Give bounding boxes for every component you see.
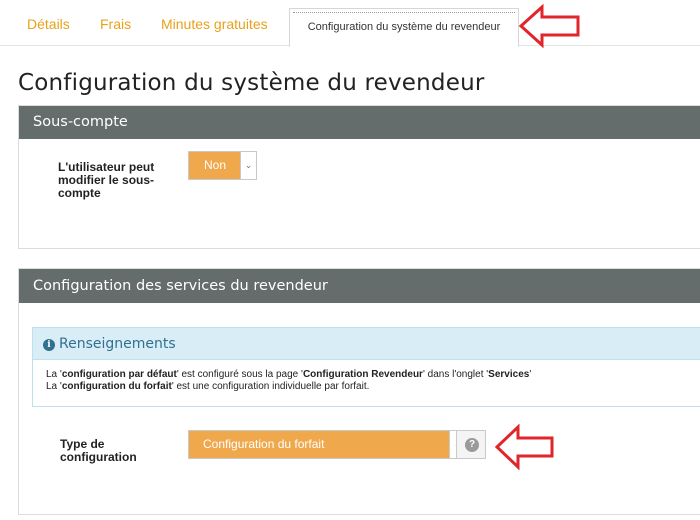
info-line-2: La 'configuration du forfait' est une co… <box>46 381 700 393</box>
tab-configuration-systeme[interactable]: Configuration du système du revendeur <box>289 8 519 47</box>
info-text: ' est configuré sous la page ' <box>176 369 303 380</box>
tab-details[interactable]: Détails <box>27 16 70 32</box>
annotation-arrow-icon <box>494 424 554 470</box>
field-label-type-configuration: Type de configuration <box>60 437 137 464</box>
panel-services-revendeur: Configuration des services du revendeur … <box>18 268 700 515</box>
panel-header: Configuration des services du revendeur <box>19 269 700 303</box>
field-label-modifier-sous-compte: L'utilisateur peut modifier le sous-comp… <box>58 160 155 200</box>
tab-frais[interactable]: Frais <box>100 16 131 32</box>
chevron-down-icon[interactable]: ⌄ <box>240 152 256 179</box>
info-bold: Services <box>488 369 530 380</box>
type-configuration-select[interactable]: Configuration du forfait ⌄ <box>188 430 466 459</box>
info-text: La ' <box>46 381 62 392</box>
info-box: i Renseignements La 'configuration par dé… <box>32 327 700 407</box>
info-text: ' <box>529 369 532 380</box>
select-value: Non <box>189 152 241 179</box>
tab-configuration-systeme-label: Configuration du système du revendeur <box>307 21 501 33</box>
info-text: ' est une configuration individuelle par… <box>171 381 370 392</box>
info-title: Renseignements <box>59 336 176 352</box>
info-header: i Renseignements <box>33 328 700 360</box>
select-value: Configuration du forfait <box>189 431 450 458</box>
info-text: La ' <box>46 369 62 380</box>
info-line-1: La 'configuration par défaut' est config… <box>46 369 700 381</box>
info-bold: Configuration Revendeur <box>302 369 423 380</box>
info-text: ' dans l'onglet ' <box>422 369 489 380</box>
question-icon: ? <box>465 438 479 452</box>
modifier-sous-compte-select[interactable]: Non ⌄ <box>188 151 257 180</box>
tab-bar: Détails Frais Minutes gratuites Configur… <box>0 0 700 47</box>
help-button[interactable]: ? <box>456 430 486 459</box>
annotation-arrow-icon <box>518 4 580 48</box>
page-title: Configuration du système du revendeur <box>18 70 485 96</box>
panel-sous-compte: Sous-compte L'utilisateur peut modifier … <box>18 105 700 249</box>
panel-header: Sous-compte <box>19 106 700 139</box>
tab-minutes-gratuites[interactable]: Minutes gratuites <box>161 16 268 32</box>
info-bold: configuration par défaut <box>61 369 177 380</box>
info-body: La 'configuration par défaut' est config… <box>33 360 700 393</box>
info-bold: configuration du forfait <box>61 381 172 392</box>
info-icon: i <box>43 339 55 351</box>
